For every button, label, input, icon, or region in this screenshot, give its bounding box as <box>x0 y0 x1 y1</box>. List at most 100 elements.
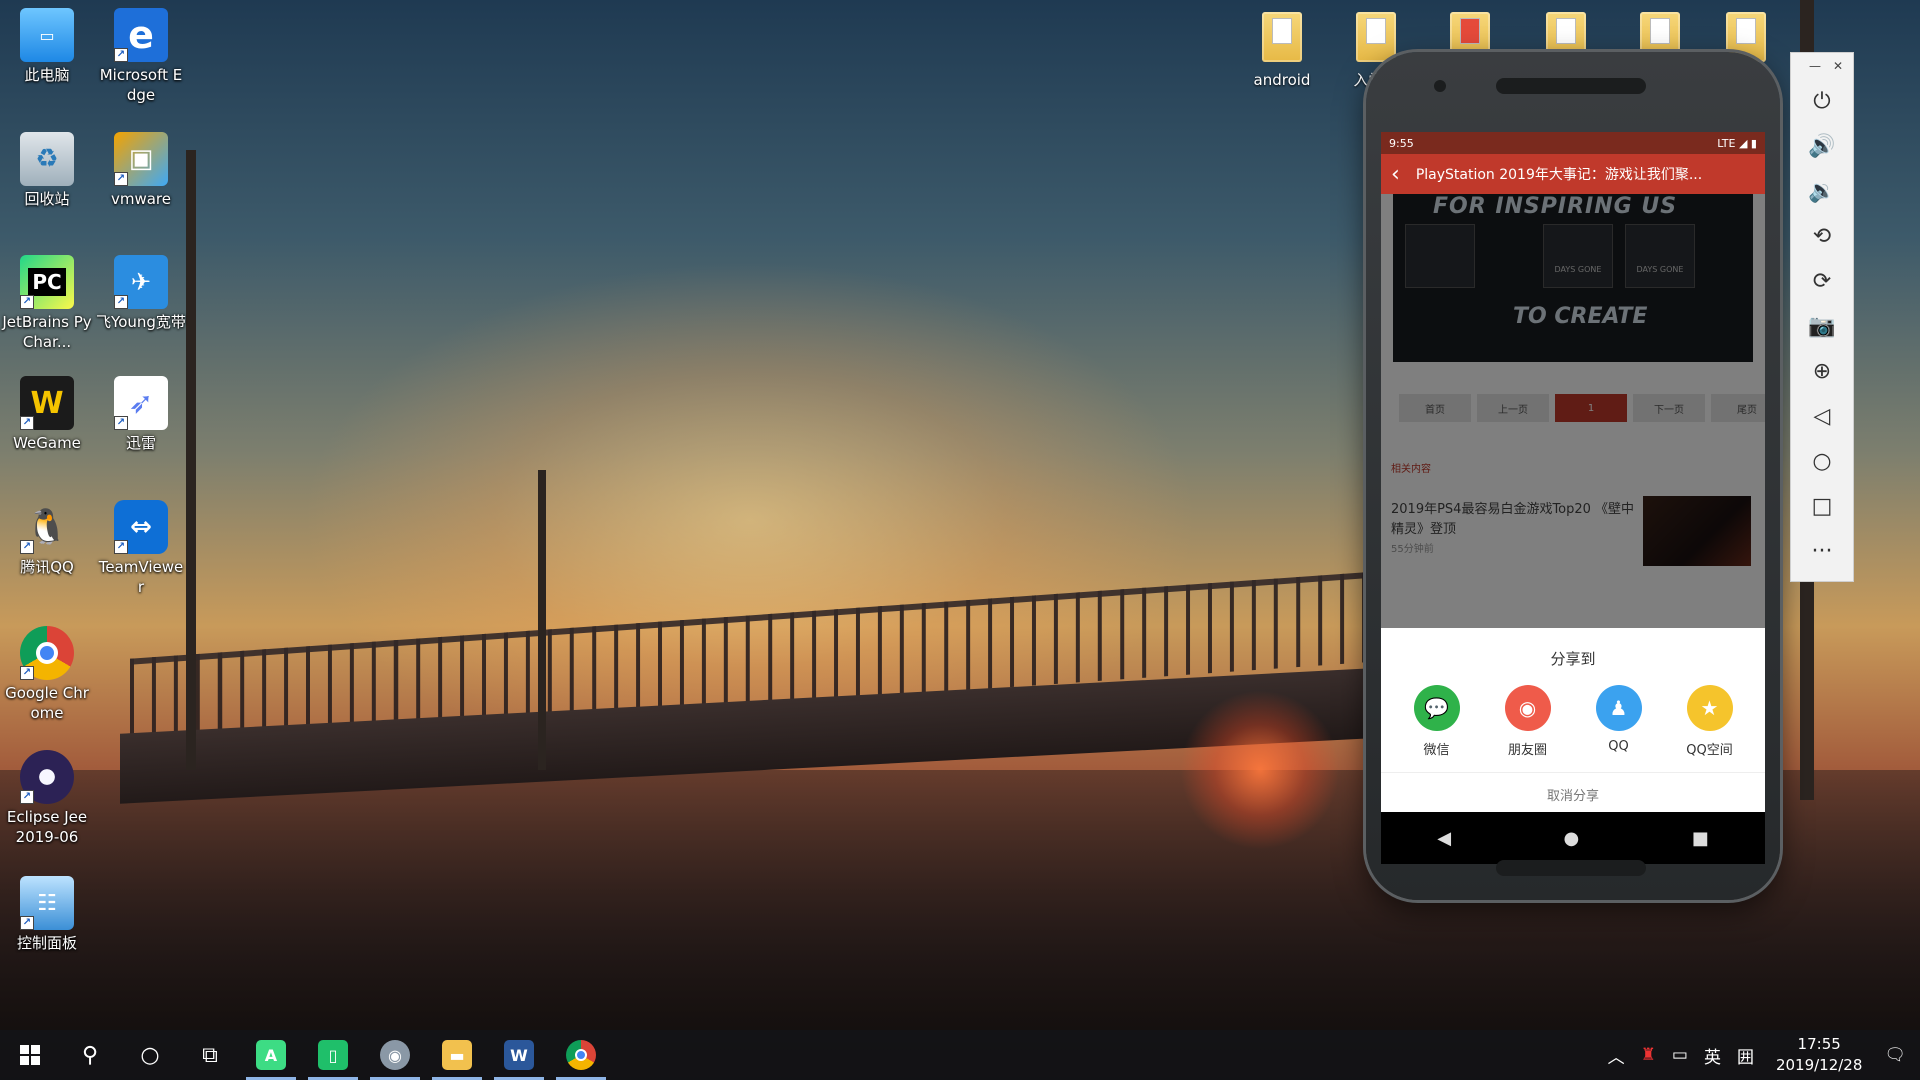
volume-up-icon[interactable]: 🔊 <box>1791 124 1853 169</box>
desktop-icon-label: vmware <box>110 190 171 208</box>
desktop-icon-xunlei[interactable]: ➶ ↗ 迅雷 <box>96 376 186 453</box>
wechat-icon: 💬 <box>1413 685 1460 731</box>
back-icon[interactable]: ◁ <box>1791 394 1853 439</box>
wallpaper-pole <box>186 150 196 770</box>
desktop-icon-label: 腾讯QQ <box>20 558 74 576</box>
share-qzone[interactable]: ★ QQ空间 <box>1670 685 1750 758</box>
folder-label: android <box>1253 71 1311 89</box>
back-arrow-icon[interactable]: ‹ <box>1391 162 1400 187</box>
status-time: 9:55 <box>1389 136 1414 150</box>
desktop-icon-chrome[interactable]: ↗ Google Chrome <box>2 626 92 723</box>
app-owl-icon: ◉ <box>380 1040 410 1070</box>
volume-down-icon[interactable]: 🔉 <box>1791 169 1853 214</box>
zoom-icon[interactable]: ⊕ <box>1791 349 1853 394</box>
system-tray: ︿ ♜ ▭ 英 囲 17:55 2019/12/28 🗨 <box>1600 1030 1920 1080</box>
nav-overview-icon[interactable]: ■ <box>1692 828 1709 849</box>
android-nav-bar: ◀ ● ■ <box>1381 812 1765 864</box>
xunlei-icon: ➶ ↗ <box>114 376 168 430</box>
more-icon[interactable]: ··· <box>1791 529 1853 574</box>
desktop-icon-this-pc[interactable]: ▭ 此电脑 <box>2 8 92 85</box>
pycharm-icon: PC ↗ <box>20 255 74 309</box>
recycle-bin-icon: ♻ <box>20 132 74 186</box>
desktop-icon-qq[interactable]: 🐧 ↗ 腾讯QQ <box>2 500 92 577</box>
battery-icon[interactable]: ▭ <box>1672 1045 1688 1065</box>
share-options: 💬 微信 ◉ 朋友圈 ♟ QQ ★ QQ空间 <box>1381 685 1765 758</box>
share-sheet: 分享到 💬 微信 ◉ 朋友圈 ♟ QQ ★ QQ空间 取消分享 <box>1381 628 1765 812</box>
chrome-icon <box>566 1040 596 1070</box>
overview-icon[interactable]: □ <box>1791 484 1853 529</box>
desktop-icon-feiyoung[interactable]: ✈ ↗ 飞Young宽带 <box>96 255 186 332</box>
start-button[interactable] <box>0 1030 60 1080</box>
moments-icon: ◉ <box>1504 685 1551 731</box>
desktop-folder-android[interactable]: android <box>1242 12 1322 90</box>
share-wechat[interactable]: 💬 微信 <box>1397 685 1477 758</box>
power-icon[interactable]: ⏻ <box>1791 79 1853 124</box>
android-studio-icon: A <box>256 1040 286 1070</box>
teamviewer-icon: ⇔ ↗ <box>114 500 168 554</box>
desktop-icon-label: Eclipse Jee 2019-06 <box>6 808 88 846</box>
taskbar-app-green[interactable]: ▯ <box>302 1030 364 1080</box>
taskbar-app-chrome[interactable] <box>550 1030 612 1080</box>
notification-icon[interactable]: 🗨 <box>1884 1045 1906 1065</box>
windows-logo-icon <box>20 1045 40 1065</box>
word-icon: W <box>504 1040 534 1070</box>
rotate-left-icon[interactable]: ⟲ <box>1791 214 1853 259</box>
camera-icon[interactable]: 📷 <box>1791 304 1853 349</box>
taskbar: ⚲ ○ ⧉ A ▯ ◉ ▬ W ︿ ♜ ▭ 英 囲 17:55 2019/12/… <box>0 1030 1920 1080</box>
taskbar-app-file-explorer[interactable]: ▬ <box>426 1030 488 1080</box>
computer-icon: ▭ <box>20 8 74 62</box>
app-toolbar: ‹ PlayStation 2019年大事记：游戏让我们聚... <box>1381 154 1765 194</box>
ime-indicator[interactable]: 英 <box>1704 1043 1721 1068</box>
desktop-icon-recycle-bin[interactable]: ♻ 回收站 <box>2 132 92 209</box>
tray-expand-icon[interactable]: ︿ <box>1608 1043 1625 1068</box>
status-network: LTE ◢ ▮ <box>1717 136 1757 150</box>
folder-icon <box>1262 12 1302 62</box>
taskbar-app-owl[interactable]: ◉ <box>364 1030 426 1080</box>
desktop-icon-edge[interactable]: e ↗ Microsoft Edge <box>96 8 186 105</box>
nav-home-icon[interactable]: ● <box>1564 828 1580 849</box>
share-cancel-button[interactable]: 取消分享 <box>1381 772 1765 804</box>
taskbar-app-android-studio[interactable]: A <box>240 1030 302 1080</box>
qzone-icon: ★ <box>1686 685 1733 731</box>
emulator-phone-frame: 9:55 LTE ◢ ▮ ‹ PlayStation 2019年大事记：游戏让我… <box>1366 52 1780 900</box>
folder-icon <box>1356 12 1396 62</box>
rotate-right-icon[interactable]: ⟳ <box>1791 259 1853 304</box>
task-view-icon[interactable]: ⧉ <box>180 1030 240 1080</box>
share-qq[interactable]: ♟ QQ <box>1579 685 1659 758</box>
desktop-icon-pycharm[interactable]: PC ↗ JetBrains PyChar... <box>2 255 92 352</box>
taskbar-app-word[interactable]: W <box>488 1030 550 1080</box>
article-title: PlayStation 2019年大事记：游戏让我们聚... <box>1415 167 1703 183</box>
minimize-icon[interactable]: — <box>1809 59 1821 79</box>
cortana-icon[interactable]: ○ <box>120 1030 180 1080</box>
chrome-icon: ↗ <box>20 626 74 680</box>
share-title: 分享到 <box>1550 650 1596 668</box>
desktop-icon-label: WeGame <box>13 434 81 452</box>
share-label: QQ <box>1608 739 1629 754</box>
search-icon[interactable]: ⚲ <box>60 1030 120 1080</box>
wallpaper-sun <box>1180 690 1340 850</box>
toolbar-window-controls: — ✕ <box>1791 53 1853 79</box>
close-icon[interactable]: ✕ <box>1833 59 1843 79</box>
share-label: QQ空间 <box>1686 743 1733 758</box>
desktop-icon-label: 控制面板 <box>16 934 77 952</box>
share-moments[interactable]: ◉ 朋友圈 <box>1488 685 1568 758</box>
desktop-icon-label: 此电脑 <box>24 66 70 84</box>
emulator-screen[interactable]: 9:55 LTE ◢ ▮ ‹ PlayStation 2019年大事记：游戏让我… <box>1381 132 1765 812</box>
ime-grid-icon[interactable]: 囲 <box>1737 1043 1754 1068</box>
desktop-icon-vmware[interactable]: ▣ ↗ vmware <box>96 132 186 209</box>
file-explorer-icon: ▬ <box>442 1040 472 1070</box>
desktop-icon-eclipse[interactable]: ↗ Eclipse Jee 2019-06 <box>2 750 92 847</box>
control-panel-icon: ☷ ↗ <box>20 876 74 930</box>
share-label: 朋友圈 <box>1507 743 1547 758</box>
desktop-icon-wegame[interactable]: W ↗ WeGame <box>2 376 92 453</box>
qq-icon: ♟ <box>1595 685 1642 731</box>
desktop-icon-label: TeamViewer <box>98 558 184 596</box>
desktop-icon-control-panel[interactable]: ☷ ↗ 控制面板 <box>2 876 92 953</box>
nav-back-icon[interactable]: ◀ <box>1437 828 1451 849</box>
clock[interactable]: 17:55 2019/12/28 <box>1776 1034 1862 1076</box>
app-green-icon: ▯ <box>318 1040 348 1070</box>
desktop-icon-teamviewer[interactable]: ⇔ ↗ TeamViewer <box>96 500 186 597</box>
feiyoung-icon: ✈ ↗ <box>114 255 168 309</box>
tray-app-icon[interactable]: ♜ <box>1641 1045 1656 1065</box>
home-icon[interactable]: ○ <box>1791 439 1853 484</box>
